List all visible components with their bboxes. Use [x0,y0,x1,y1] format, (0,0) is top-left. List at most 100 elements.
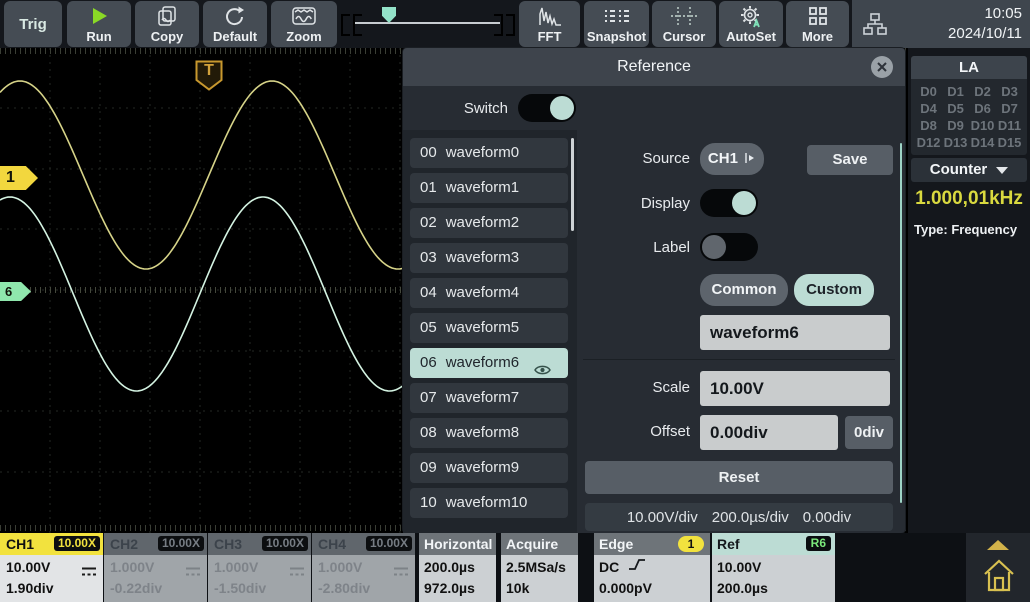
close-button[interactable] [871,56,893,78]
trigger-marker[interactable]: T [195,60,223,91]
dropdown-arrow-icon [744,152,756,164]
list-scrollbar[interactable] [571,138,574,231]
reset-button[interactable]: Reset [585,461,893,494]
switch-label: Switch [423,100,508,117]
digital-d5: D5 [942,101,969,116]
toggle-knob [702,235,726,259]
dc-coupling-icon [185,562,201,583]
channel-block-ch2[interactable]: CH2 10.00X 1.000V -0.22div [104,533,207,602]
acquire-block[interactable]: Acquire 2.5MSa/s 10k [501,533,578,602]
list-item-waveform10[interactable]: 10waveform10 [410,488,568,518]
ch1-volts: 10.00V [6,559,50,575]
default-reset-icon [203,4,267,28]
ch2-volts: 1.000V [110,559,154,575]
channel-block-ch3[interactable]: CH3 10.00X 1.000V -1.50div [208,533,311,602]
list-item-waveform9[interactable]: 09waveform9 [410,453,568,483]
horizontal-position-slider[interactable] [338,0,516,48]
run-button[interactable]: Run [67,1,131,47]
waveform-name-input[interactable]: waveform6 [700,315,890,350]
ch3-volts: 1.000V [214,559,258,575]
list-item-waveform8[interactable]: 08waveform8 [410,418,568,448]
right-panel: LA D0 D1 D2 D3 D4 D5 D6 D7 D8 D9 D10 D11… [908,48,1030,533]
counter-header[interactable]: Counter [911,158,1027,182]
source-select[interactable]: CH1 [700,143,764,175]
switch-toggle[interactable] [518,94,576,122]
list-item-waveform4[interactable]: 04waveform4 [410,278,568,308]
list-item-waveform5[interactable]: 05waveform5 [410,313,568,343]
snapshot-list-icon [584,4,649,28]
status-bar: CH1 10.00X 10.00V 1.90div CH2 10.00X 1.0… [0,533,1030,602]
la-title: LA [911,56,1027,79]
trigger-position-marker[interactable] [382,7,396,23]
horizontal-title: Horizontal [419,533,496,555]
time-text: 10:05 [948,4,1022,24]
list-item-waveform2[interactable]: 02waveform2 [410,208,568,238]
label-toggle[interactable] [700,233,758,261]
footer-timebase: 200.0µs/div [712,509,789,526]
edge-source-badge: 1 [678,536,704,552]
dialog-scrollbar[interactable] [900,143,902,503]
trig-button[interactable]: Trig [4,1,62,47]
digital-d15: D15 [996,135,1023,150]
display-toggle[interactable] [700,189,758,217]
expand-up-arrow[interactable] [987,540,1009,550]
common-button[interactable]: Common [700,274,788,306]
copy-button[interactable]: Copy [135,1,199,47]
autoset-gear-icon [719,4,783,28]
fft-button[interactable]: FFT [519,1,580,47]
snapshot-button[interactable]: Snapshot [584,1,649,47]
custom-button[interactable]: Custom [794,274,874,306]
ch2-probe-badge: 10.00X [158,536,204,551]
outer-left-bracket-icon [341,14,350,36]
toggle-knob [732,191,756,215]
channel-block-ch4[interactable]: CH4 10.00X 1.000V -2.80div [312,533,415,602]
bottom-right-corner [966,533,1030,602]
home-icon[interactable] [982,557,1016,600]
scale-input[interactable]: 10.00V [700,371,890,406]
autoset-button[interactable]: AutoSet [719,1,783,47]
ref-timebase: 200.0µs [717,578,830,599]
ch3-probe-badge: 10.00X [262,536,308,551]
offset-zero-button[interactable]: 0div [845,416,893,449]
ref-block[interactable]: Ref R6 10.00V 200.0µs [712,533,835,602]
reference-info-bar: 10.00V/div 200.0µs/div 0.00div [585,503,893,531]
more-button[interactable]: More [786,1,849,47]
form-divider [583,359,895,360]
digital-d9: D9 [942,118,969,133]
clock-panel[interactable]: 10:05 2024/10/11 [852,0,1030,48]
counter-value: 1.000,01kHz [908,188,1030,210]
zoom-button[interactable]: Zoom [271,1,337,47]
la-panel[interactable]: LA D0 D1 D2 D3 D4 D5 D6 D7 D8 D9 D10 D11… [911,56,1027,155]
acquire-memdepth: 10k [506,578,573,599]
slider-track [355,22,500,24]
list-item-waveform6-selected[interactable]: 06waveform6 [410,348,568,378]
save-button[interactable]: Save [807,145,893,175]
ch4-volts: 1.000V [318,559,362,575]
offset-input[interactable]: 0.00div [700,415,838,450]
footer-scale: 10.00V/div [627,509,698,526]
outer-right-bracket-icon [506,14,515,36]
counter-type: Type: Frequency [914,222,1017,237]
list-item-waveform7[interactable]: 07waveform7 [410,383,568,413]
ch1-name: CH1 [6,536,34,552]
source-label: Source [590,150,690,167]
digital-d6: D6 [969,101,996,116]
default-button[interactable]: Default [203,1,267,47]
digital-d3: D3 [996,84,1023,99]
run-icon [67,4,131,28]
acquire-samplerate: 2.5MSa/s [506,557,573,578]
more-grid-icon [786,4,849,28]
edge-trigger-block[interactable]: Edge 1 DC 0.000pV [594,533,710,602]
list-item-waveform0[interactable]: 00waveform0 [410,138,568,168]
list-item-waveform1[interactable]: 01waveform1 [410,173,568,203]
horizontal-block[interactable]: Horizontal 200.0µs 972.0µs [419,533,496,602]
rising-edge-icon [627,559,647,575]
channel-block-ch1[interactable]: CH1 10.00X 10.00V 1.90div [0,533,103,602]
scale-label: Scale [590,379,690,396]
list-item-waveform3[interactable]: 03waveform3 [410,243,568,273]
cursor-button[interactable]: Cursor [652,1,716,47]
trig-button-label: Trig [4,1,62,47]
digital-d10: D10 [969,118,996,133]
edge-level: 0.000pV [599,578,705,599]
date-text: 2024/10/11 [948,24,1022,44]
